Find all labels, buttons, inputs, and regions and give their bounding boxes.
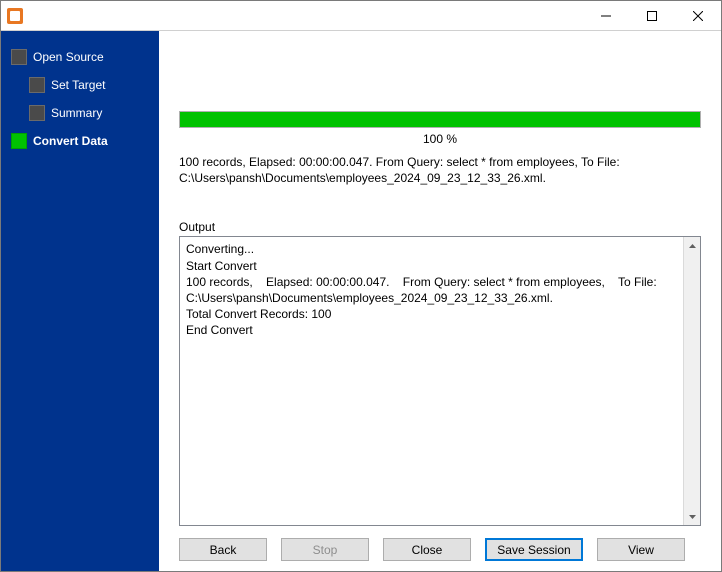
view-button[interactable]: View (597, 538, 685, 561)
step-label: Convert Data (33, 134, 108, 148)
progress-percent: 100 % (179, 128, 701, 154)
step-marker-icon (29, 77, 45, 93)
titlebar-left (7, 8, 27, 24)
step-set-target[interactable]: Set Target (1, 71, 159, 99)
window-controls (583, 1, 721, 30)
main-panel: 100 % 100 records, Elapsed: 00:00:00.047… (159, 31, 721, 571)
step-convert-data[interactable]: Convert Data (1, 127, 159, 155)
step-label: Set Target (51, 78, 105, 92)
button-row: Back Stop Close Save Session View (179, 526, 701, 561)
spacer (179, 41, 701, 111)
wizard-sidebar: Open Source Set Target Summary Convert D… (1, 31, 159, 571)
maximize-button[interactable] (629, 1, 675, 30)
close-window-button[interactable] (675, 1, 721, 30)
progress-bar (179, 111, 701, 128)
conversion-summary: 100 records, Elapsed: 00:00:00.047. From… (179, 154, 701, 206)
wizard-steps: Open Source Set Target Summary Convert D… (1, 43, 159, 155)
app-window: Open Source Set Target Summary Convert D… (0, 0, 722, 572)
step-marker-icon (11, 133, 27, 149)
scroll-up-icon[interactable] (684, 237, 700, 254)
close-button[interactable]: Close (383, 538, 471, 561)
minimize-button[interactable] (583, 1, 629, 30)
save-session-button[interactable]: Save Session (485, 538, 583, 561)
step-summary[interactable]: Summary (1, 99, 159, 127)
step-marker-icon (29, 105, 45, 121)
stop-button: Stop (281, 538, 369, 561)
output-label: Output (179, 220, 701, 234)
output-textarea[interactable]: Converting... Start Convert 100 records,… (180, 237, 683, 525)
step-label: Summary (51, 106, 102, 120)
titlebar (1, 1, 721, 31)
output-scrollbar[interactable] (683, 237, 700, 525)
output-box: Converting... Start Convert 100 records,… (179, 236, 701, 526)
scroll-down-icon[interactable] (684, 508, 700, 525)
app-icon (7, 8, 23, 24)
step-label: Open Source (33, 50, 104, 64)
back-button[interactable]: Back (179, 538, 267, 561)
step-open-source[interactable]: Open Source (1, 43, 159, 71)
step-marker-icon (11, 49, 27, 65)
body: Open Source Set Target Summary Convert D… (1, 31, 721, 571)
